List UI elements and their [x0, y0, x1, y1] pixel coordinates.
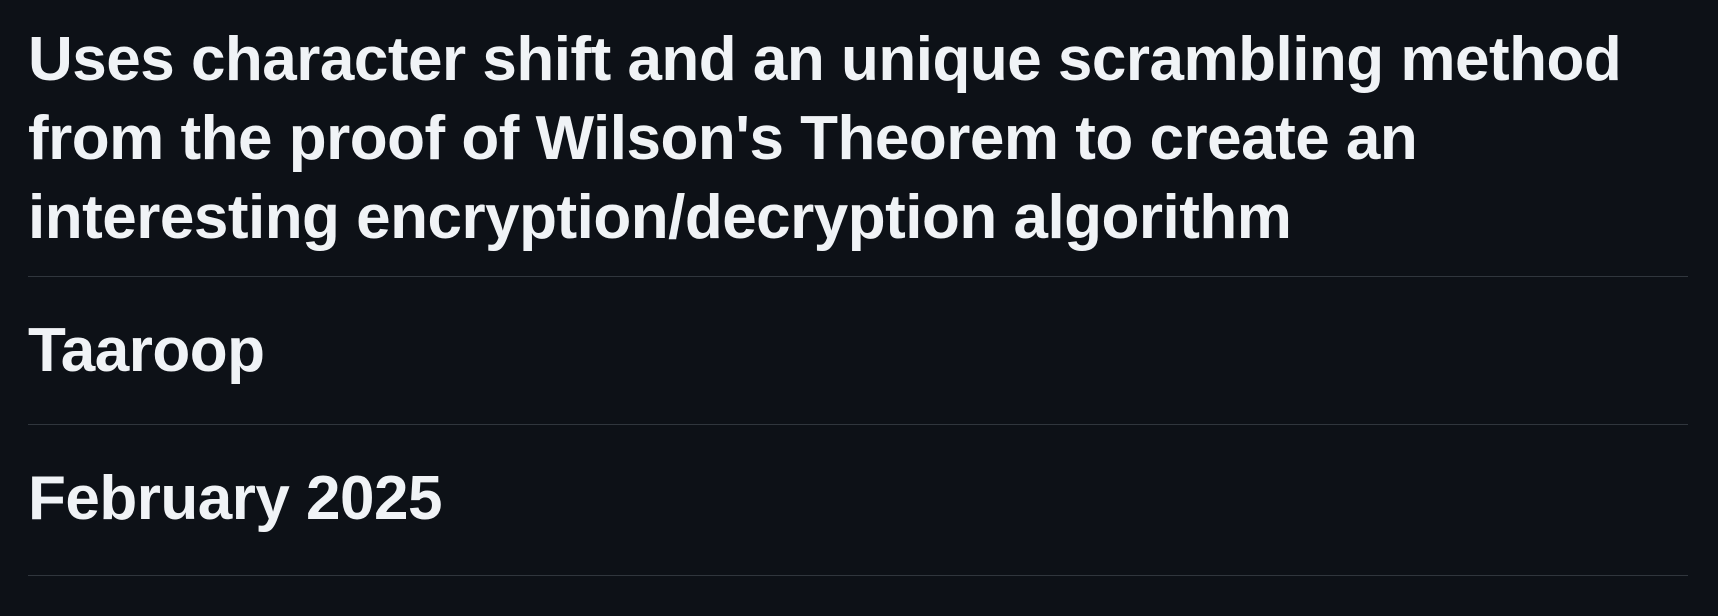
project-date: February 2025	[28, 464, 442, 533]
description-line: interesting encryption/decryption algori…	[28, 183, 1292, 252]
date-row: February 2025	[28, 425, 1688, 576]
project-details-panel: Uses character shift and an unique scram…	[0, 0, 1718, 616]
author-name: Taaroop	[28, 316, 265, 385]
description-row: Uses character shift and an unique scram…	[28, 20, 1688, 277]
description-line: Uses character shift and an unique scram…	[28, 25, 1622, 94]
author-row: Taaroop	[28, 277, 1688, 425]
project-description: Uses character shift and an unique scram…	[28, 20, 1688, 257]
description-line: from the proof of Wilson's Theorem to cr…	[28, 104, 1418, 173]
